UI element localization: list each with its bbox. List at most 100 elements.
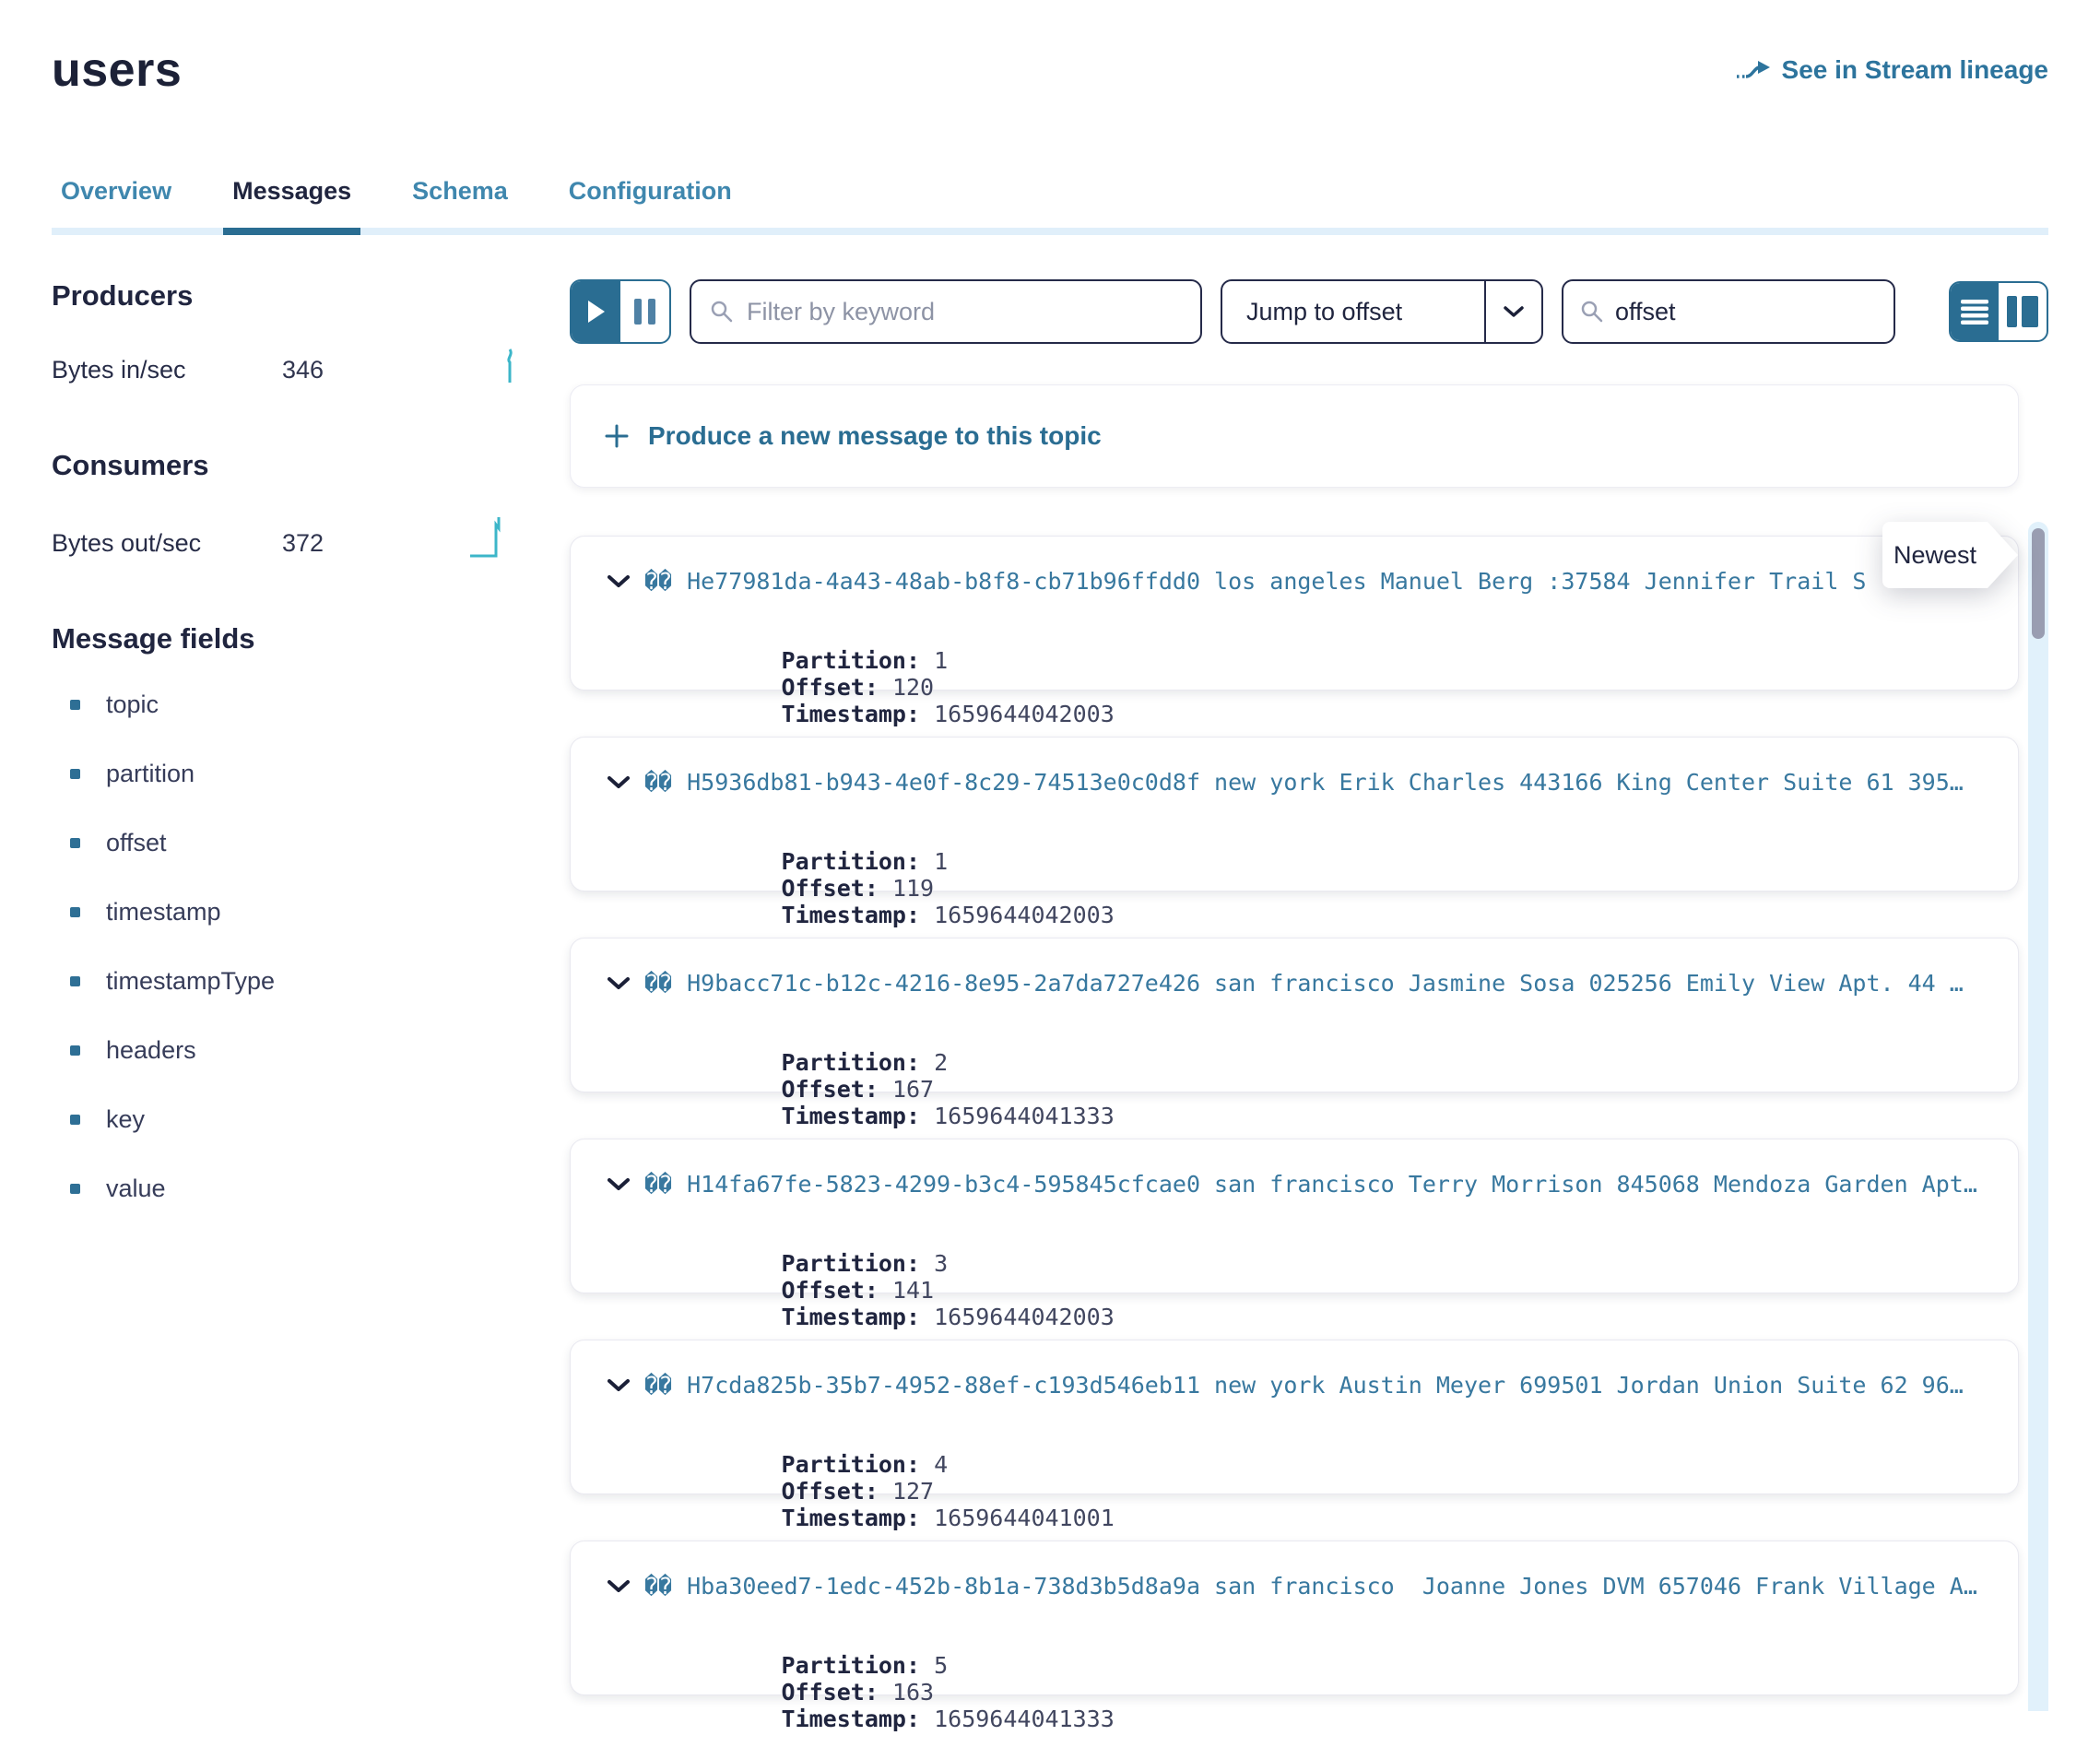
page-header: users See in Stream lineage (52, 0, 2048, 98)
partition-value: 1 (934, 848, 948, 875)
message-row[interactable]: �� H9bacc71c-b12c-4216-8e95-2a7da727e426… (570, 938, 2019, 1092)
play-button[interactable] (572, 281, 620, 342)
timestamp-label: Timestamp: (782, 902, 921, 928)
field-item-offset[interactable]: offset (70, 829, 520, 857)
tab-bar: Overview Messages Schema Configuration (52, 177, 2048, 235)
column-view-button[interactable] (1999, 283, 2047, 340)
partition-label: Partition: (782, 1049, 921, 1076)
field-label: headers (106, 1036, 196, 1065)
chevron-down-icon[interactable] (608, 1379, 630, 1392)
partition-value: 3 (934, 1250, 948, 1277)
message-row[interactable]: �� H5936db81-b943-4e0f-8c29-74513e0c0d8f… (570, 737, 2019, 891)
field-item-timestamp[interactable]: timestamp (70, 898, 520, 927)
keyword-filter-input[interactable] (747, 298, 1182, 326)
chevron-down-icon[interactable] (608, 575, 630, 588)
chevron-down-icon[interactable] (608, 776, 630, 789)
jump-to-offset-value: Jump to offset (1222, 298, 1484, 326)
lineage-link-label: See in Stream lineage (1782, 55, 2048, 85)
offset-label: Offset: (782, 1478, 879, 1505)
message-row[interactable]: �� Hba30eed7-1edc-452b-8b1a-738d3b5d8a9a… (570, 1541, 2019, 1695)
consumers-heading: Consumers (52, 449, 520, 482)
key-glyphs: �� (644, 1573, 672, 1600)
message-summary: H5936db81-b943-4e0f-8c29-74513e0c0d8f ne… (687, 769, 1964, 796)
timestamp-value: 1659644042003 (934, 902, 1115, 928)
partition-label: Partition: (782, 1652, 921, 1679)
chevron-down-icon[interactable] (608, 1178, 630, 1191)
chevron-down-icon[interactable] (608, 1580, 630, 1593)
scrollbar-thumb[interactable] (2032, 528, 2045, 639)
tab-messages[interactable]: Messages (223, 177, 360, 235)
timestamp-value: 1659644041001 (934, 1505, 1115, 1531)
keyword-filter-field (690, 279, 1202, 344)
consumers-metric-row: Bytes out/sec 372 (52, 515, 520, 558)
play-icon (587, 300, 606, 324)
offset-value: 167 (892, 1076, 934, 1103)
tab-configuration[interactable]: Configuration (560, 177, 741, 235)
offset-value: 120 (892, 674, 934, 701)
plus-icon (604, 423, 630, 449)
stream-lineage-link[interactable]: See in Stream lineage (1736, 55, 2048, 85)
bullet-icon (70, 907, 80, 917)
field-item-timestampType[interactable]: timestampType (70, 967, 520, 996)
field-item-value[interactable]: value (70, 1175, 520, 1203)
list-view-button[interactable] (1951, 283, 1999, 340)
produce-message-button[interactable]: Produce a new message to this topic (570, 384, 2019, 488)
offset-label: Offset: (782, 674, 879, 701)
offset-search-input[interactable] (1615, 298, 1877, 326)
key-glyphs: �� (644, 769, 672, 796)
field-item-key[interactable]: key (70, 1105, 520, 1134)
scrollbar-track[interactable] (2028, 522, 2048, 1711)
jump-to-offset-select[interactable]: Jump to offset (1221, 279, 1543, 344)
bullet-icon (70, 700, 80, 710)
offset-label: Offset: (782, 1277, 879, 1304)
produce-message-label: Produce a new message to this topic (648, 421, 1102, 451)
bytes-out-sparkline (468, 515, 520, 558)
pause-button[interactable] (620, 281, 669, 342)
search-icon (1580, 300, 1604, 324)
select-chevron-segment[interactable] (1484, 281, 1541, 342)
timestamp-value: 1659644041333 (934, 1103, 1115, 1129)
message-row[interactable]: �� He77981da-4a43-48ab-b8f8-cb71b96ffdd0… (570, 536, 2019, 691)
timestamp-value: 1659644042003 (934, 1304, 1115, 1330)
field-label: offset (106, 829, 167, 857)
offset-label: Offset: (782, 1076, 879, 1103)
offset-value: 119 (892, 875, 934, 902)
offset-search-field (1562, 279, 1895, 344)
chevron-down-icon[interactable] (608, 977, 630, 990)
partition-label: Partition: (782, 1250, 921, 1277)
bullet-icon (70, 1045, 80, 1056)
page-title: users (52, 42, 182, 98)
newest-tooltip: Newest (1882, 522, 1988, 588)
play-pause-group (570, 279, 671, 344)
message-row[interactable]: �� H14fa67fe-5823-4299-b3c4-595845cfcae0… (570, 1139, 2019, 1293)
message-meta: Partition: 1 Offset: 120 Timestamp: 1659… (608, 620, 1990, 754)
tab-overview[interactable]: Overview (52, 177, 181, 235)
key-glyphs: �� (644, 970, 672, 997)
bullet-icon (70, 769, 80, 779)
offset-label: Offset: (782, 1679, 879, 1706)
timestamp-label: Timestamp: (782, 1304, 921, 1330)
partition-label: Partition: (782, 1451, 921, 1478)
tab-schema[interactable]: Schema (403, 177, 517, 235)
field-item-topic[interactable]: topic (70, 691, 520, 719)
partition-label: Partition: (782, 848, 921, 875)
field-item-partition[interactable]: partition (70, 760, 520, 788)
key-glyphs: �� (644, 568, 672, 595)
chevron-down-icon (1504, 306, 1524, 318)
message-summary: H14fa67fe-5823-4299-b3c4-595845cfcae0 sa… (687, 1171, 1977, 1198)
message-summary: Hba30eed7-1edc-452b-8b1a-738d3b5d8a9a sa… (687, 1573, 1977, 1600)
message-row[interactable]: �� H7cda825b-35b7-4952-88ef-c193d546eb11… (570, 1340, 2019, 1494)
field-item-headers[interactable]: headers (70, 1036, 520, 1065)
message-meta: Partition: 2 Offset: 167 Timestamp: 1659… (608, 1022, 1990, 1156)
producers-heading: Producers (52, 279, 520, 313)
partition-value: 5 (934, 1652, 948, 1679)
field-label: timestamp (106, 898, 221, 927)
bullet-icon (70, 976, 80, 986)
message-summary: H9bacc71c-b12c-4216-8e95-2a7da727e426 sa… (687, 970, 1964, 997)
field-label: timestampType (106, 967, 275, 996)
bullet-icon (70, 1184, 80, 1194)
message-meta: Partition: 4 Offset: 127 Timestamp: 1659… (608, 1424, 1990, 1558)
partition-value: 2 (934, 1049, 948, 1076)
field-label: key (106, 1105, 145, 1134)
messages-toolbar: Jump to offset (570, 279, 2048, 344)
